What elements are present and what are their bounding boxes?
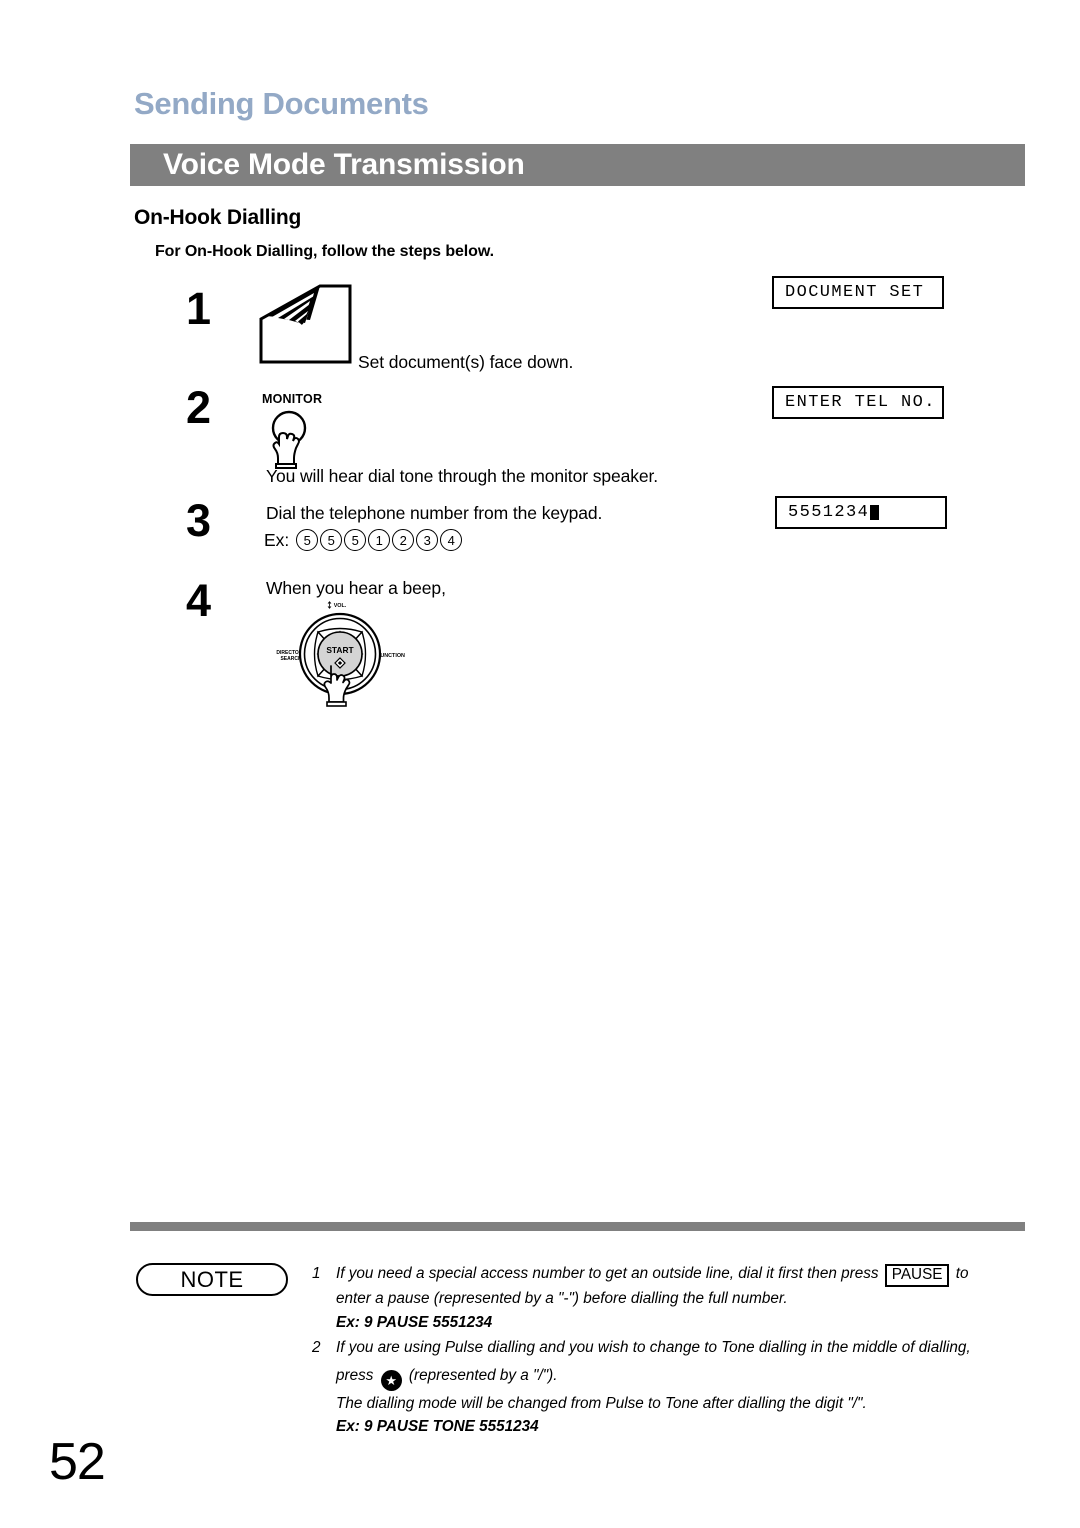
circled-digit: 4 [440, 529, 463, 551]
chapter-title: Sending Documents [134, 86, 429, 121]
lcd-display-document-set: DOCUMENT SET [772, 276, 948, 313]
section-title-bar: Voice Mode Transmission [130, 144, 1025, 186]
note-2-line2-b: (represented by a "/"). [408, 1366, 558, 1384]
start-dial-pad-icon: VOL. DIRECTORY SEARCH FUNCTION START [255, 598, 425, 715]
step-1-text: Set document(s) face down. [358, 352, 574, 372]
star-key-icon: ★ [380, 1369, 402, 1391]
subject-heading: On-Hook Dialling [134, 206, 302, 229]
lcd-display-tel-number: 5551234 [775, 496, 951, 533]
example-label: Ex: [264, 529, 290, 550]
step-number-1: 1 [186, 283, 212, 334]
note-2-line2-a: press [336, 1366, 374, 1384]
lcd-display-enter-tel-no: ENTER TEL NO. [772, 386, 948, 423]
lcd-text: DOCUMENT SET [785, 283, 925, 302]
circled-digit: 2 [392, 529, 415, 551]
step-2-text: You will hear dial tone through the moni… [266, 466, 659, 486]
intro-line: For On-Hook Dialling, follow the steps b… [155, 243, 494, 260]
step-number-4: 4 [186, 575, 212, 626]
dial-start-label: START [326, 645, 354, 655]
note-item-1: 1 If you need a special access number to… [312, 1262, 1030, 1334]
dial-search-label: SEARCH [280, 656, 302, 662]
note-1-example: Ex: 9 PAUSE 5551234 [336, 1313, 493, 1331]
step-3-example-row: Ex: 5 5 5 1 2 3 4 [264, 529, 464, 551]
note-1-line1-b: to [955, 1265, 969, 1282]
note-list: 1 If you need a special access number to… [312, 1262, 1030, 1439]
note-2-line1: If you are using Pulse dialling and you … [336, 1339, 971, 1356]
dial-vol-label: VOL. [334, 603, 347, 609]
note-index: 2 [312, 1339, 321, 1356]
circled-digit: 5 [344, 529, 367, 551]
note-badge: NOTE [136, 1263, 288, 1296]
note-2-line3: The dialling mode will be changed from P… [336, 1394, 867, 1412]
step-number-2: 2 [186, 382, 212, 433]
note-item-2: 2 If you are using Pulse dialling and yo… [312, 1336, 1030, 1439]
circled-digit: 5 [296, 529, 319, 551]
lcd-text: ENTER TEL NO. [785, 393, 936, 412]
note-2-example: Ex: 9 PAUSE TONE 5551234 [336, 1418, 539, 1435]
lcd-cursor [870, 505, 880, 520]
step-3-text: Dial the telephone number from the keypa… [266, 503, 603, 523]
lcd-text: 5551234 [788, 503, 870, 522]
step-4-text: When you hear a beep, [266, 578, 446, 598]
note-index: 1 [312, 1265, 321, 1282]
dial-function-label: FUNCTION [377, 653, 405, 659]
circled-digit: 5 [320, 529, 343, 551]
monitor-key-icon [262, 390, 334, 477]
note-1-line2: enter a pause (represented by a "-") bef… [336, 1290, 788, 1307]
page-number: 52 [49, 1433, 106, 1491]
circled-digit: 3 [416, 529, 439, 551]
document-stack-icon [258, 283, 354, 370]
section-title: Voice Mode Transmission [163, 148, 525, 181]
note-separator-rule [130, 1222, 1025, 1231]
circled-digit: 1 [368, 529, 391, 551]
note-1-line1-a: If you need a special access number to g… [336, 1265, 879, 1282]
pause-key-icon: PAUSE [884, 1264, 950, 1287]
step-number-3: 3 [186, 495, 212, 546]
